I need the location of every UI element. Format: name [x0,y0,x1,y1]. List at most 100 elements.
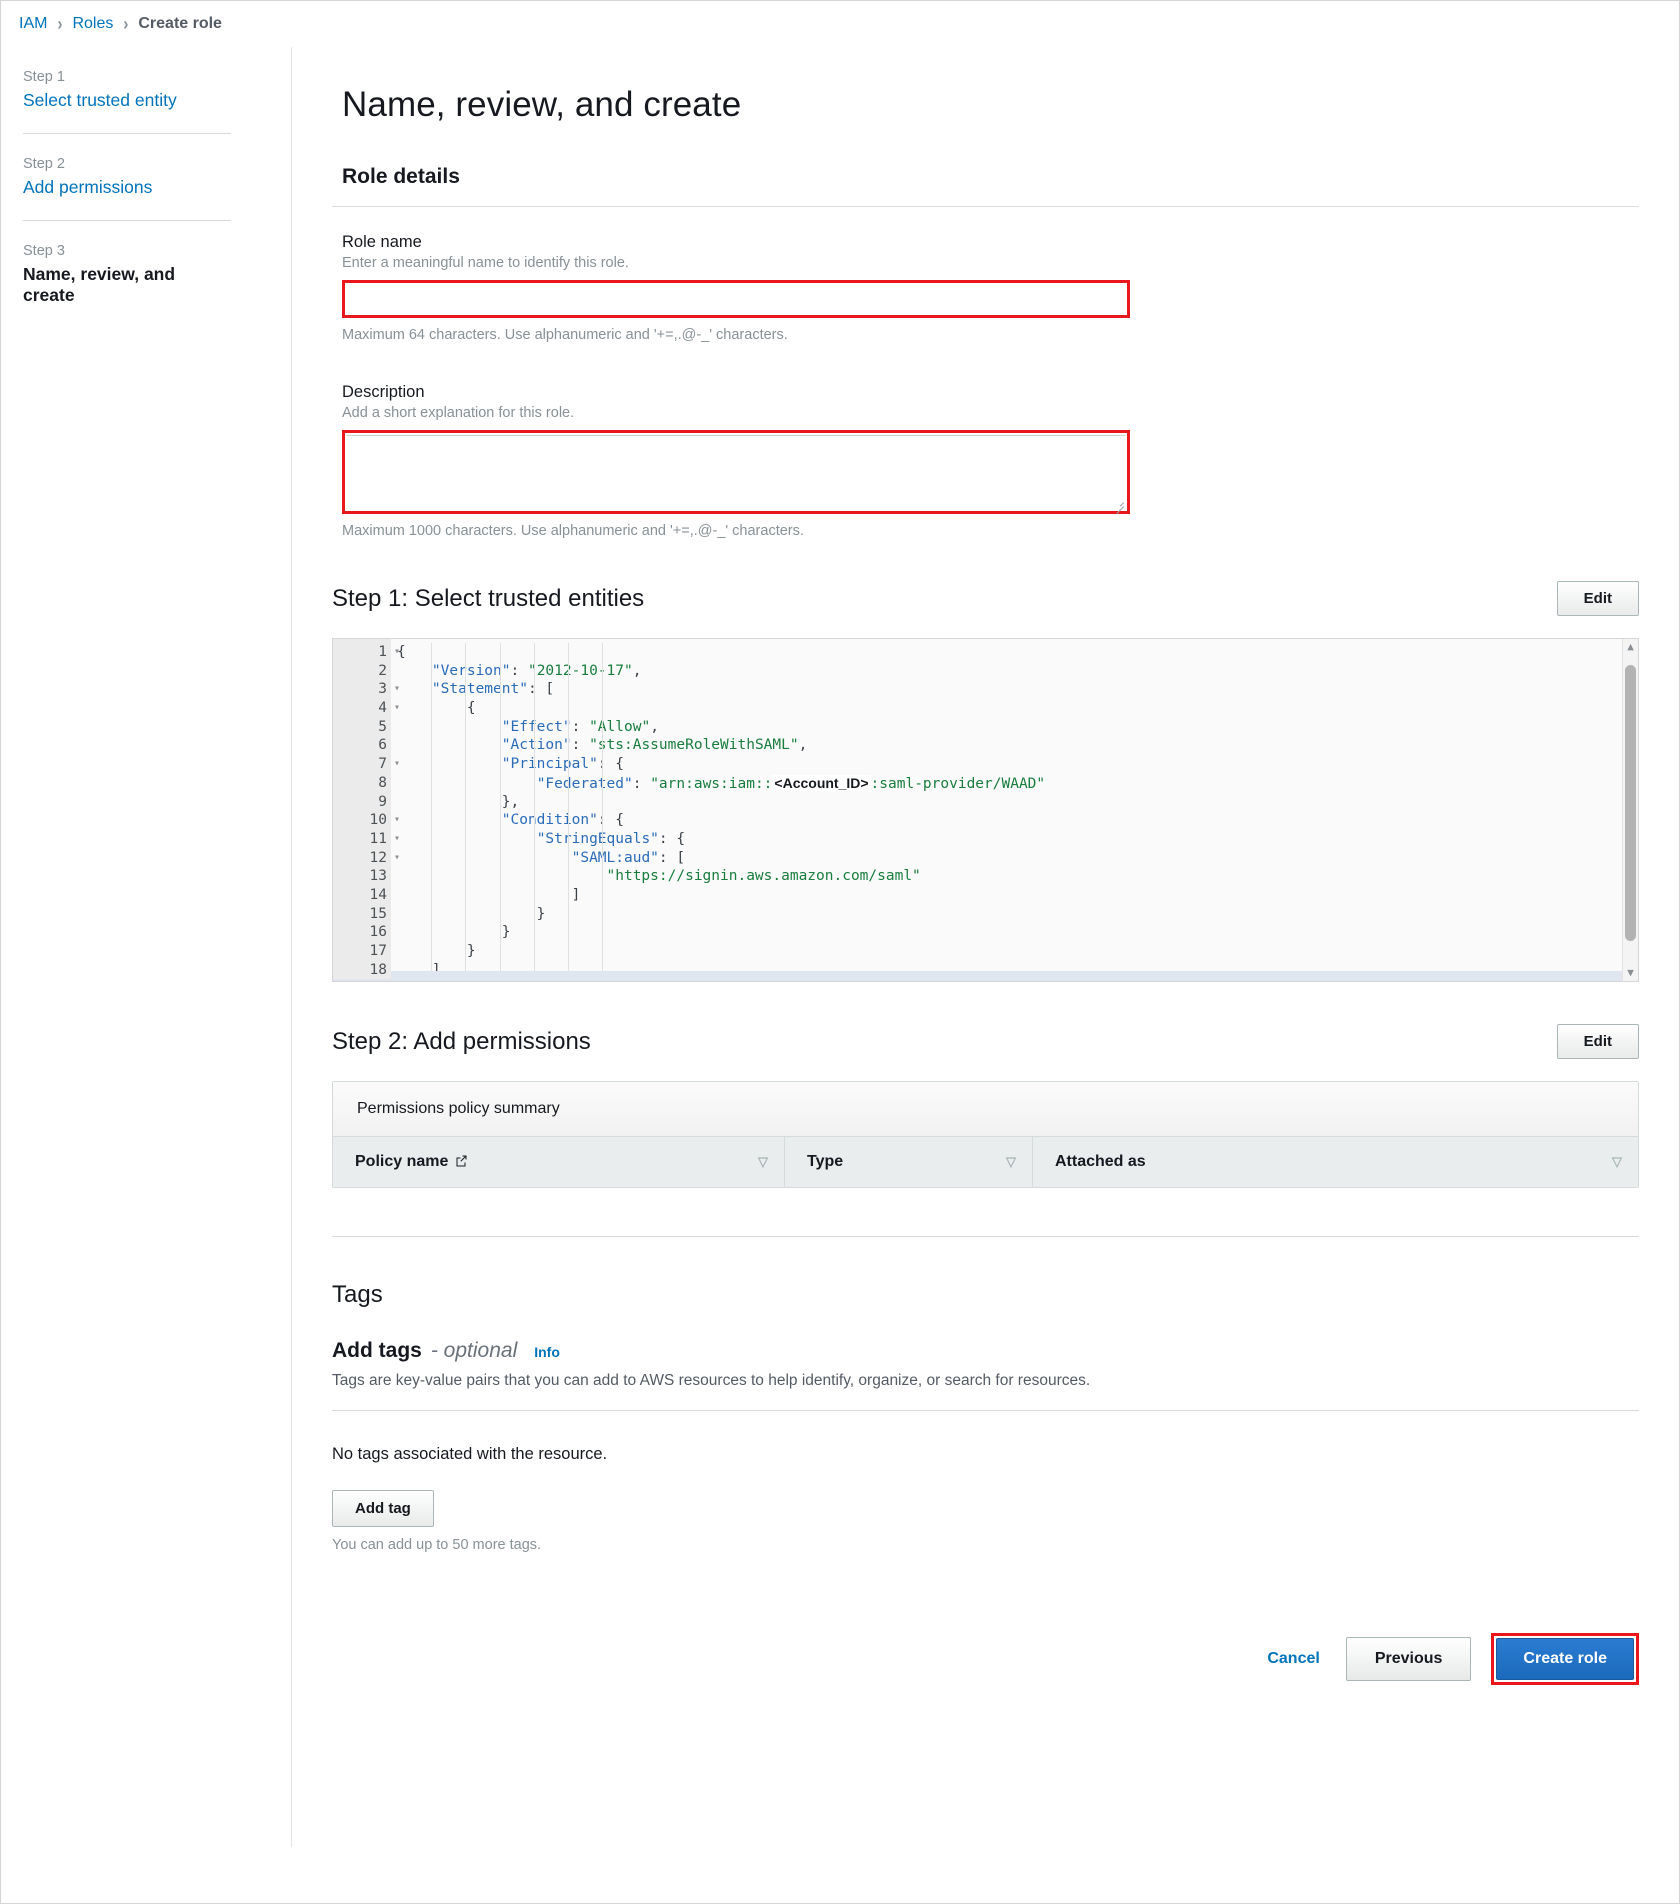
editor-code-line[interactable]: { [391,643,1638,662]
step2-review-header: Step 2: Add permissions Edit [332,1024,1639,1059]
editor-code-line[interactable]: } [391,942,1638,961]
breadcrumb: IAM › Roles › Create role [1,1,1679,47]
tags-section: Tags Add tags - optional Info Tags are k… [332,1281,1639,1553]
tags-section-title: Tags [332,1281,1639,1309]
role-name-field-group: Role name Enter a meaningful name to ide… [332,233,1639,343]
add-tags-optional-label: - optional [431,1339,517,1363]
role-name-hint: Enter a meaningful name to identify this… [342,255,1639,271]
add-tag-button[interactable]: Add tag [332,1490,434,1527]
indent-guide [500,643,501,981]
sidebar-item-step-2[interactable]: Step 2 Add permissions [23,133,231,220]
add-tags-header: Add tags - optional Info [332,1339,1639,1363]
indent-guide [568,643,569,981]
previous-button[interactable]: Previous [1346,1637,1472,1681]
role-name-label: Role name [342,233,1639,252]
step-1-title[interactable]: Select trusted entity [23,90,231,111]
breadcrumb-item-create-role: Create role [138,15,222,33]
tags-empty-message: No tags associated with the resource. [332,1445,1639,1464]
step-2-title[interactable]: Add permissions [23,177,231,198]
editor-horizontal-scrollbar[interactable] [391,971,1622,981]
column-header-type[interactable]: Type ▽ [785,1137,1033,1187]
create-role-button-highlight: Create role [1491,1633,1639,1685]
column-header-attached-as[interactable]: Attached as ▽ [1033,1137,1638,1187]
description-textarea-wrapper[interactable] [342,430,1130,514]
permissions-table-header-row: Policy name ▽ Type ▽ Attached as ▽ [333,1137,1638,1187]
wizard-footer: Cancel Previous Create role [332,1633,1639,1713]
external-link-icon[interactable] [455,1154,468,1167]
breadcrumb-item-roles[interactable]: Roles [72,15,113,33]
editor-gutter: 1▾23▾4▾567▾8910▾11▾12▾13141516171819 [333,639,391,981]
indent-guide [465,643,466,981]
sidebar-item-step-1[interactable]: Step 1 Select trusted entity [23,69,231,133]
description-hint: Add a short explanation for this role. [342,405,1639,421]
editor-code-line[interactable]: "Condition": { [391,811,1638,830]
role-name-note: Maximum 64 characters. Use alphanumeric … [342,327,1639,343]
sidebar-item-step-3: Step 3 Name, review, and create [23,220,231,328]
editor-code-line[interactable]: } [391,923,1638,942]
page-title: Name, review, and create [342,85,1639,125]
create-role-button[interactable]: Create role [1496,1638,1634,1680]
editor-code-line[interactable]: }, [391,793,1638,812]
scrollbar-thumb[interactable] [1625,665,1636,941]
step2-review-title: Step 2: Add permissions [332,1028,591,1056]
column-header-policy-name-label: Policy name [355,1153,468,1171]
editor-code-line[interactable]: "Principal": { [391,755,1638,774]
column-header-type-label: Type [807,1153,843,1171]
step-1-number: Step 1 [23,69,231,85]
create-role-page: IAM › Roles › Create role Step 1 Select … [0,0,1680,1904]
permissions-policy-table: Permissions policy summary Policy name ▽… [332,1081,1639,1188]
sort-icon-type[interactable]: ▽ [1006,1154,1016,1170]
editor-line-number: 1▾ [333,643,391,662]
column-header-policy-name[interactable]: Policy name ▽ [333,1137,785,1187]
editor-code-line[interactable]: ] [391,886,1638,905]
editor-code-line[interactable]: "Effect": "Allow", [391,718,1638,737]
editor-code-line[interactable]: "Action": "sts:AssumeRoleWithSAML", [391,736,1638,755]
description-textarea[interactable] [347,435,1125,509]
tags-divider [332,1410,1639,1411]
edit-permissions-button[interactable]: Edit [1557,1024,1639,1059]
editor-line-number: 18 [333,961,391,980]
sort-icon-policy-name[interactable]: ▽ [758,1154,768,1170]
editor-line-number: 9 [333,793,391,812]
editor-code-line[interactable]: "SAML:aud": [ [391,849,1638,868]
editor-code-line[interactable]: "Statement": [ [391,680,1638,699]
step-3-title: Name, review, and create [23,264,231,306]
role-name-input[interactable] [342,280,1130,318]
main-content: Name, review, and create Role details Ro… [291,47,1679,1847]
editor-code-line[interactable]: "StringEquals": { [391,830,1638,849]
editor-code-line[interactable]: } [391,905,1638,924]
tags-info-link[interactable]: Info [534,1344,560,1360]
column-header-attached-as-label: Attached as [1055,1153,1146,1171]
sort-icon-attached-as[interactable]: ▽ [1612,1154,1622,1170]
resize-handle-icon[interactable] [1113,498,1124,509]
editor-line-number: 16 [333,923,391,942]
indent-guide [431,643,432,981]
editor-line-number: 10▾ [333,811,391,830]
editor-line-number: 5 [333,718,391,737]
editor-code-line[interactable]: "https://signin.aws.amazon.com/saml" [391,867,1638,886]
editor-code-line[interactable]: "Federated": "arn:aws:iam::<Account_ID>:… [391,774,1638,793]
editor-line-number: 12▾ [333,849,391,868]
breadcrumb-item-iam[interactable]: IAM [19,15,47,33]
editor-line-number: 17 [333,942,391,961]
editor-code-line[interactable]: { [391,699,1638,718]
breadcrumb-separator-icon: › [123,13,128,34]
wizard-steps-sidebar: Step 1 Select trusted entity Step 2 Add … [1,47,291,328]
editor-code-line[interactable]: "Version": "2012-10-17", [391,662,1638,681]
scroll-up-icon[interactable]: ▲ [1623,639,1638,655]
permissions-table-caption: Permissions policy summary [333,1082,1638,1137]
editor-line-number: 3▾ [333,680,391,699]
tags-description: Tags are key-value pairs that you can ad… [332,1372,1639,1390]
editor-line-number: 6 [333,736,391,755]
edit-trusted-entities-button[interactable]: Edit [1557,581,1639,616]
editor-vertical-scrollbar[interactable]: ▲ ▼ [1622,639,1638,981]
editor-code-area[interactable]: { "Version": "2012-10-17", "Statement": … [391,639,1638,981]
step1-review-header: Step 1: Select trusted entities Edit [332,581,1639,616]
indent-guide [534,643,535,981]
scroll-down-icon[interactable]: ▼ [1623,965,1638,981]
cancel-button[interactable]: Cancel [1261,1649,1325,1669]
trust-policy-editor[interactable]: 1▾23▾4▾567▾8910▾11▾12▾13141516171819 { "… [332,638,1639,982]
step-2-number: Step 2 [23,156,231,172]
add-tags-label: Add tags [332,1339,422,1363]
section-divider [332,1236,1639,1237]
